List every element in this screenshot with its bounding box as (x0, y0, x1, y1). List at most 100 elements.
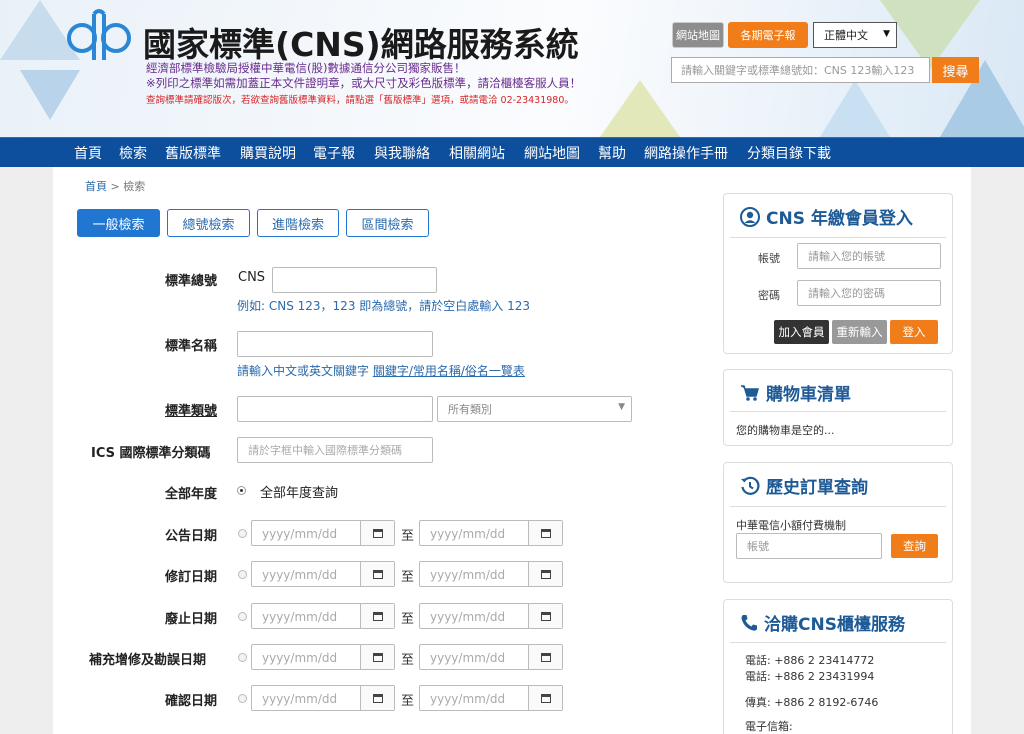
to-text: 至 (401, 653, 415, 668)
all-years-option: 全部年度查詢 (260, 486, 339, 501)
date-row-radio[interactable] (238, 570, 247, 579)
dropdown-arrow-icon: ▼ (883, 29, 890, 39)
date-placeholder: yyyy/mm/dd (262, 610, 338, 624)
to-text: 至 (401, 570, 415, 585)
date-to-input[interactable]: yyyy/mm/dd (419, 520, 563, 546)
std-name-input[interactable] (237, 331, 433, 357)
std-no-input[interactable] (272, 267, 437, 293)
std-class-label[interactable]: 標準類號 (165, 400, 217, 419)
calendar-icon[interactable] (360, 604, 394, 628)
order-history-title-text: 歷史訂單查詢 (766, 478, 868, 498)
nav-item-sitemap[interactable]: 網站地圖 (524, 143, 580, 163)
epaper-button[interactable]: 各期電子報 (728, 22, 808, 48)
site-title: 國家標準(CNS)網路服務系統 (143, 25, 579, 64)
cart-empty-text: 您的購物車是空的... (736, 424, 835, 437)
date-from-input[interactable]: yyyy/mm/dd (251, 520, 395, 546)
date-placeholder: yyyy/mm/dd (262, 527, 338, 541)
calendar-icon[interactable] (528, 521, 562, 545)
decor-triangle (820, 80, 890, 137)
reset-button[interactable]: 重新輸入 (832, 320, 887, 344)
nav-item-home[interactable]: 首頁 (74, 143, 102, 163)
to-text: 至 (401, 694, 415, 709)
tab-advanced-search[interactable]: 進階檢索 (257, 209, 339, 237)
calendar-icon[interactable] (528, 562, 562, 586)
date-row-radio[interactable] (238, 694, 247, 703)
date-placeholder: yyyy/mm/dd (430, 651, 506, 665)
decor-triangle (600, 80, 680, 137)
breadcrumb-current: 檢索 (123, 180, 146, 193)
tab-number-search[interactable]: 總號檢索 (167, 209, 250, 237)
nav-item-manual[interactable]: 網路操作手冊 (644, 143, 728, 163)
account-input[interactable]: 請輸入您的帳號 (797, 243, 941, 269)
to-text: 至 (401, 612, 415, 627)
language-select[interactable]: 正體中文 ▼ (813, 22, 897, 48)
date-placeholder: yyyy/mm/dd (430, 527, 506, 541)
date-row-radio[interactable] (238, 653, 247, 662)
calendar-icon[interactable] (360, 686, 394, 710)
std-name-hint: 請輸入中文或英文關鍵字 關鍵字/常用名稱/俗名一覽表 (237, 362, 525, 379)
nav-item-related-sites[interactable]: 相關網站 (449, 143, 505, 163)
counter-service-title: 洽購CNS櫃檯服務 (740, 610, 905, 635)
calendar-icon[interactable] (528, 604, 562, 628)
breadcrumb-home[interactable]: 首頁 (85, 180, 107, 193)
order-history-title: 歷史訂單查詢 (740, 473, 868, 498)
std-class-input[interactable] (237, 396, 433, 422)
std-no-label: 標準總號 (165, 274, 218, 289)
notice-line-3: 查詢標準請確認版次，若欲查詢舊版標準資料，請點選「舊版標準」選項，或請電洽 02… (146, 95, 574, 106)
nav-item-epaper[interactable]: 電子報 (313, 143, 355, 163)
calendar-icon[interactable] (360, 645, 394, 669)
join-member-button[interactable]: 加入會員 (774, 320, 829, 344)
nav-item-purchase-guide[interactable]: 購買說明 (240, 143, 296, 163)
std-class-select[interactable]: 所有類別 ▼ (437, 396, 632, 422)
date-to-input[interactable]: yyyy/mm/dd (419, 685, 563, 711)
date-row-radio[interactable] (238, 612, 247, 621)
date-to-input[interactable]: yyyy/mm/dd (419, 644, 563, 670)
date-from-input[interactable]: yyyy/mm/dd (251, 685, 395, 711)
sitemap-button[interactable]: 網站地圖 (672, 22, 724, 48)
site-header: 國家標準(CNS)網路服務系統 經濟部標準檢驗局授權中華電信(股)數據通信分公司… (0, 0, 1024, 137)
nav-item-help[interactable]: 幫助 (598, 143, 626, 163)
history-account-input[interactable]: 帳號 (736, 533, 882, 559)
date-placeholder: yyyy/mm/dd (430, 568, 506, 582)
tab-general-search[interactable]: 一般檢索 (77, 209, 160, 237)
member-login-panel: CNS 年繳會員登入 帳號 請輸入您的帳號 密碼 請輸入您的密碼 加入會員 重新… (723, 193, 953, 354)
date-from-input[interactable]: yyyy/mm/dd (251, 561, 395, 587)
calendar-icon[interactable] (360, 521, 394, 545)
history-query-button[interactable]: 查詢 (891, 534, 938, 558)
date-to-input[interactable]: yyyy/mm/dd (419, 561, 563, 587)
date-row-radio[interactable] (238, 529, 247, 538)
cns-prefix: CNS (238, 270, 266, 285)
tab-range-search[interactable]: 區間檢索 (346, 209, 429, 237)
nav-item-search[interactable]: 檢索 (119, 143, 147, 163)
account-label: 帳號 (758, 252, 780, 265)
counter-service-title-text: 洽購CNS櫃檯服務 (764, 615, 905, 635)
calendar-icon[interactable] (360, 562, 394, 586)
password-input[interactable]: 請輸入您的密碼 (797, 280, 941, 306)
cns-logo-icon (67, 9, 131, 60)
std-name-label: 標準名稱 (165, 339, 218, 354)
date-from-input[interactable]: yyyy/mm/dd (251, 644, 395, 670)
date-from-input[interactable]: yyyy/mm/dd (251, 603, 395, 629)
calendar-icon[interactable] (528, 645, 562, 669)
search-button[interactable]: 搜尋 (932, 57, 979, 83)
history-icon (741, 476, 760, 495)
nav-item-old-standards[interactable]: 舊版標準 (165, 143, 221, 163)
calendar-icon[interactable] (528, 686, 562, 710)
notice-line-2: ※列印之標準如需加蓋正本文件證明章，或大尺寸及彩色版標準，請洽櫃檯客服人員！ (146, 76, 582, 90)
member-login-title: CNS 年繳會員登入 (740, 204, 913, 229)
nav-item-catalog-download[interactable]: 分類目錄下載 (747, 143, 831, 163)
service-fax: 傳真: +886 2 8192-6746 (745, 696, 879, 709)
history-subtitle: 中華電信小額付費機制 (736, 519, 846, 532)
date-to-input[interactable]: yyyy/mm/dd (419, 603, 563, 629)
cart-title: 購物車清單 (740, 380, 851, 405)
site-search-input[interactable]: 請輸入關鍵字或標準總號如：CNS 123輸入123 (671, 57, 930, 83)
all-years-radio[interactable] (237, 486, 246, 495)
date-placeholder: yyyy/mm/dd (262, 568, 338, 582)
date-placeholder: yyyy/mm/dd (262, 692, 338, 706)
nav-item-contact[interactable]: 與我聯絡 (374, 143, 430, 163)
keyword-list-link[interactable]: 關鍵字/常用名稱/俗名一覽表 (373, 364, 525, 378)
ics-input[interactable]: 請於字框中輸入國際標準分類碼 (237, 437, 433, 463)
cart-title-text: 購物車清單 (766, 385, 851, 405)
login-button[interactable]: 登入 (890, 320, 938, 344)
date-placeholder: yyyy/mm/dd (430, 610, 506, 624)
